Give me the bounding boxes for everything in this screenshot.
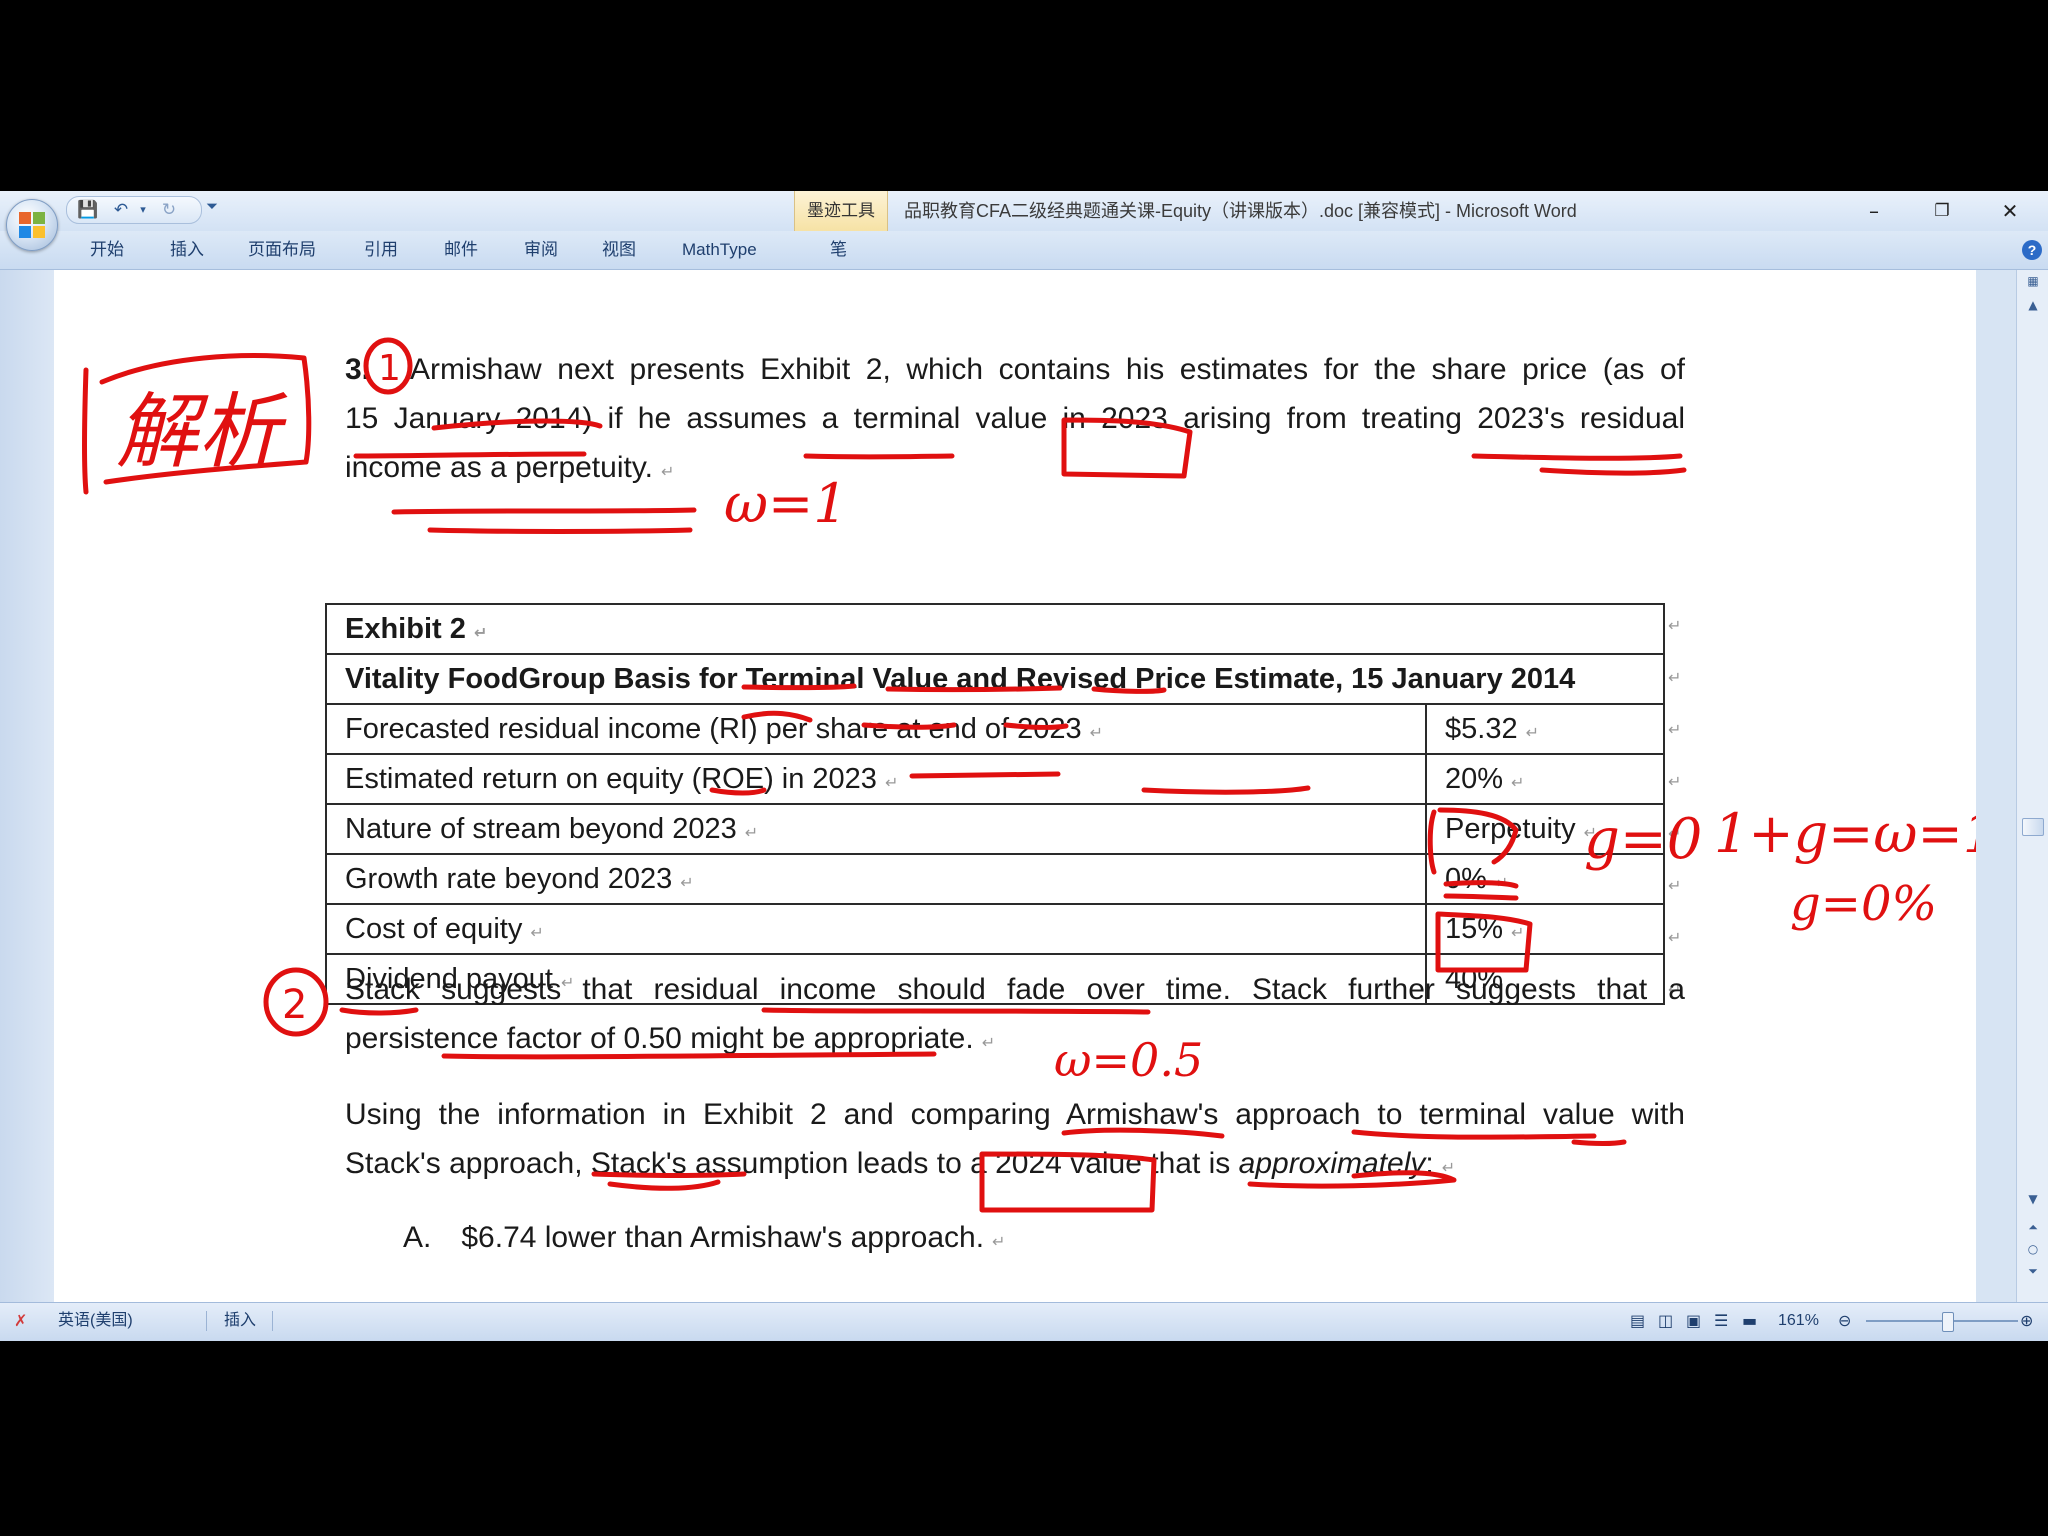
para2-line2: persistence factor of 0.50 might be appr… xyxy=(345,1022,996,1055)
para3-line1: Using the information in Exhibit 2 and c… xyxy=(345,1098,1685,1131)
side-note-box xyxy=(99,353,312,485)
row-value: $5.32 ↵ xyxy=(1425,703,1665,755)
eq-note: 1+g=ω=1 xyxy=(1714,802,1976,865)
office-logo-icon xyxy=(19,212,45,238)
tab-page-layout[interactable]: 页面布局 xyxy=(248,231,316,269)
row-label: Growth rate beyond 2023 ↵ xyxy=(325,853,1427,905)
quick-access-toolbar: 💾 ↶ ▾ ↻ xyxy=(66,196,202,224)
tab-home[interactable]: 开始 xyxy=(90,231,124,269)
undo-dropdown-icon[interactable]: ▾ xyxy=(133,200,153,220)
table-row: Cost of equity ↵ 15% ↵ xyxy=(325,903,1665,955)
circle-2-text: 2 xyxy=(282,982,307,1028)
document-page[interactable]: 3. Armishaw next presents Exhibit 2, whic… xyxy=(54,270,1976,1302)
row-end-mark: ↵ xyxy=(1668,824,1682,843)
redo-icon[interactable]: ↻ xyxy=(159,200,179,220)
scrollbar-thumb[interactable] xyxy=(2022,818,2044,836)
vertical-scrollbar[interactable]: ▦ ▲ ▼ ⏶ ○ ⏷ xyxy=(2016,270,2048,1302)
row-end-mark: ↵ xyxy=(1668,616,1682,635)
row-value: Perpetuity ↵ xyxy=(1425,803,1665,855)
para1-line1: 3. Armishaw next presents Exhibit 2, whic… xyxy=(345,353,1685,386)
undo-icon[interactable]: ↶ xyxy=(111,200,131,220)
table-row: Nature of stream beyond 2023 ↵ Perpetuity… xyxy=(325,803,1665,855)
ruler-toggle-icon[interactable]: ▦ xyxy=(2023,272,2043,290)
zoom-out-icon[interactable]: ⊖ xyxy=(1838,1303,1851,1339)
option-a-text: $6.74 lower than Armishaw's approach. xyxy=(461,1221,985,1254)
word-window: 💾 ↶ ▾ ↻ ⏷ 墨迹工具 品职教育CFA二级经典题通关课-Equity（讲课… xyxy=(0,191,2048,1341)
save-icon[interactable]: 💾 xyxy=(77,200,98,220)
exhibit-title: Exhibit 2 ↵ xyxy=(325,603,1665,655)
previous-page-icon[interactable]: ⏶ xyxy=(2023,1218,2043,1236)
w1-note: ω=1 xyxy=(724,472,848,535)
option-a[interactable]: A. $6.74 lower than Armishaw's approach. ↵ xyxy=(403,1220,1005,1260)
scroll-down-icon[interactable]: ▼ xyxy=(2023,1190,2043,1208)
para1-line3: income as a perpetuity. ↵ xyxy=(345,451,675,484)
row-label: Forecasted residual income (RI) per shar… xyxy=(325,703,1427,755)
tab-mailings[interactable]: 邮件 xyxy=(444,231,478,269)
side-note-bracket xyxy=(82,367,89,495)
outline-view-icon[interactable]: ☰ xyxy=(1714,1303,1728,1339)
row-end-mark: ↵ xyxy=(1668,772,1682,791)
zoom-in-icon[interactable]: ⊕ xyxy=(2020,1303,2033,1339)
row-end-mark: ↵ xyxy=(1668,876,1682,895)
tab-review[interactable]: 审阅 xyxy=(524,231,558,269)
para2-line1: Stack suggests that residual income shou… xyxy=(345,973,1685,1006)
row-value: 20% ↵ xyxy=(1425,753,1665,805)
web-layout-view-icon[interactable]: ▣ xyxy=(1686,1303,1701,1339)
status-bar: ✗ 英语(美国) 插入 ▤ ◫ ▣ ☰ ▬ 161% ⊖ ⊕ xyxy=(0,1302,2048,1341)
left-gutter xyxy=(0,270,54,1302)
zoom-slider-thumb[interactable] xyxy=(1942,1312,1954,1332)
side-note-text: 解析 xyxy=(116,385,288,480)
insert-mode-status[interactable]: 插入 xyxy=(224,1303,256,1339)
tab-view[interactable]: 视图 xyxy=(602,231,636,269)
circle-2 xyxy=(263,967,329,1037)
row-label: Cost of equity ↵ xyxy=(325,903,1427,955)
select-browse-object-icon[interactable]: ○ xyxy=(2023,1240,2043,1258)
option-a-letter: A. xyxy=(403,1221,432,1254)
exhibit-2-table: Exhibit 2 ↵ Vitality FoodGroup Basis for … xyxy=(325,603,1665,1005)
tab-insert[interactable]: 插入 xyxy=(170,231,204,269)
row-end-mark: ↵ xyxy=(1668,928,1682,947)
g0pct-note: g=0% xyxy=(1790,876,1937,932)
para1-line2: 15 January 2014) if he assumes a termina… xyxy=(345,402,1685,435)
ribbon-tabs: 开始 插入 页面布局 引用 邮件 审阅 视图 MathType 笔 ? xyxy=(0,231,2048,270)
next-page-icon[interactable]: ⏷ xyxy=(2023,1262,2043,1280)
ink-tools-label: 墨迹工具 xyxy=(807,201,875,220)
print-layout-view-icon[interactable]: ▤ xyxy=(1630,1303,1645,1339)
full-screen-reading-view-icon[interactable]: ◫ xyxy=(1658,1303,1673,1339)
table-row: Forecasted residual income (RI) per shar… xyxy=(325,703,1665,755)
row-end-mark: ↵ xyxy=(1668,720,1682,739)
window-title: 品职教育CFA二级经典题通关课-Equity（讲课版本）.doc [兼容模式] … xyxy=(904,201,1577,221)
close-button[interactable]: ✕ xyxy=(1984,191,2036,231)
exhibit-subtitle: Vitality FoodGroup Basis for Terminal Va… xyxy=(325,653,1665,705)
tab-mathtype[interactable]: MathType xyxy=(682,231,757,269)
row-value: 0% ↵ xyxy=(1425,853,1665,905)
row-label: Nature of stream beyond 2023 ↵ xyxy=(325,803,1427,855)
language-status[interactable]: 英语(美国) xyxy=(58,1303,133,1339)
para3-line2: Stack's approach, Stack's assumption lea… xyxy=(345,1147,1456,1180)
row-label: Estimated return on equity (ROE) in 2023… xyxy=(325,753,1427,805)
spelling-check-icon[interactable]: ✗ xyxy=(14,1303,27,1339)
table-row: Growth rate beyond 2023 ↵ 0% ↵ xyxy=(325,853,1665,905)
help-icon[interactable]: ? xyxy=(2022,240,2042,260)
scroll-up-icon[interactable]: ▲ xyxy=(2023,296,2043,314)
title-bar: 💾 ↶ ▾ ↻ ⏷ 墨迹工具 品职教育CFA二级经典题通关课-Equity（讲课… xyxy=(0,191,2048,231)
office-button[interactable] xyxy=(6,199,58,251)
draft-view-icon[interactable]: ▬ xyxy=(1742,1303,1757,1339)
customize-qat-icon[interactable]: ⏷ xyxy=(206,197,218,215)
ink-tools-context-group: 墨迹工具 xyxy=(794,191,888,231)
restore-button[interactable]: ❐ xyxy=(1916,191,1968,231)
zoom-level[interactable]: 161% xyxy=(1778,1303,1819,1339)
w05-note: ω=0.5 xyxy=(1054,1033,1203,1087)
row-end-mark: ↵ xyxy=(1668,668,1682,687)
row-value: 15% ↵ xyxy=(1425,903,1665,955)
document-area: 3. Armishaw next presents Exhibit 2, whic… xyxy=(0,270,2048,1302)
tab-references[interactable]: 引用 xyxy=(364,231,398,269)
question-number: 3. xyxy=(345,353,371,386)
table-row: Estimated return on equity (ROE) in 2023… xyxy=(325,753,1665,805)
minimize-button[interactable]: – xyxy=(1848,191,1900,231)
tab-pen[interactable]: 笔 xyxy=(830,231,847,269)
